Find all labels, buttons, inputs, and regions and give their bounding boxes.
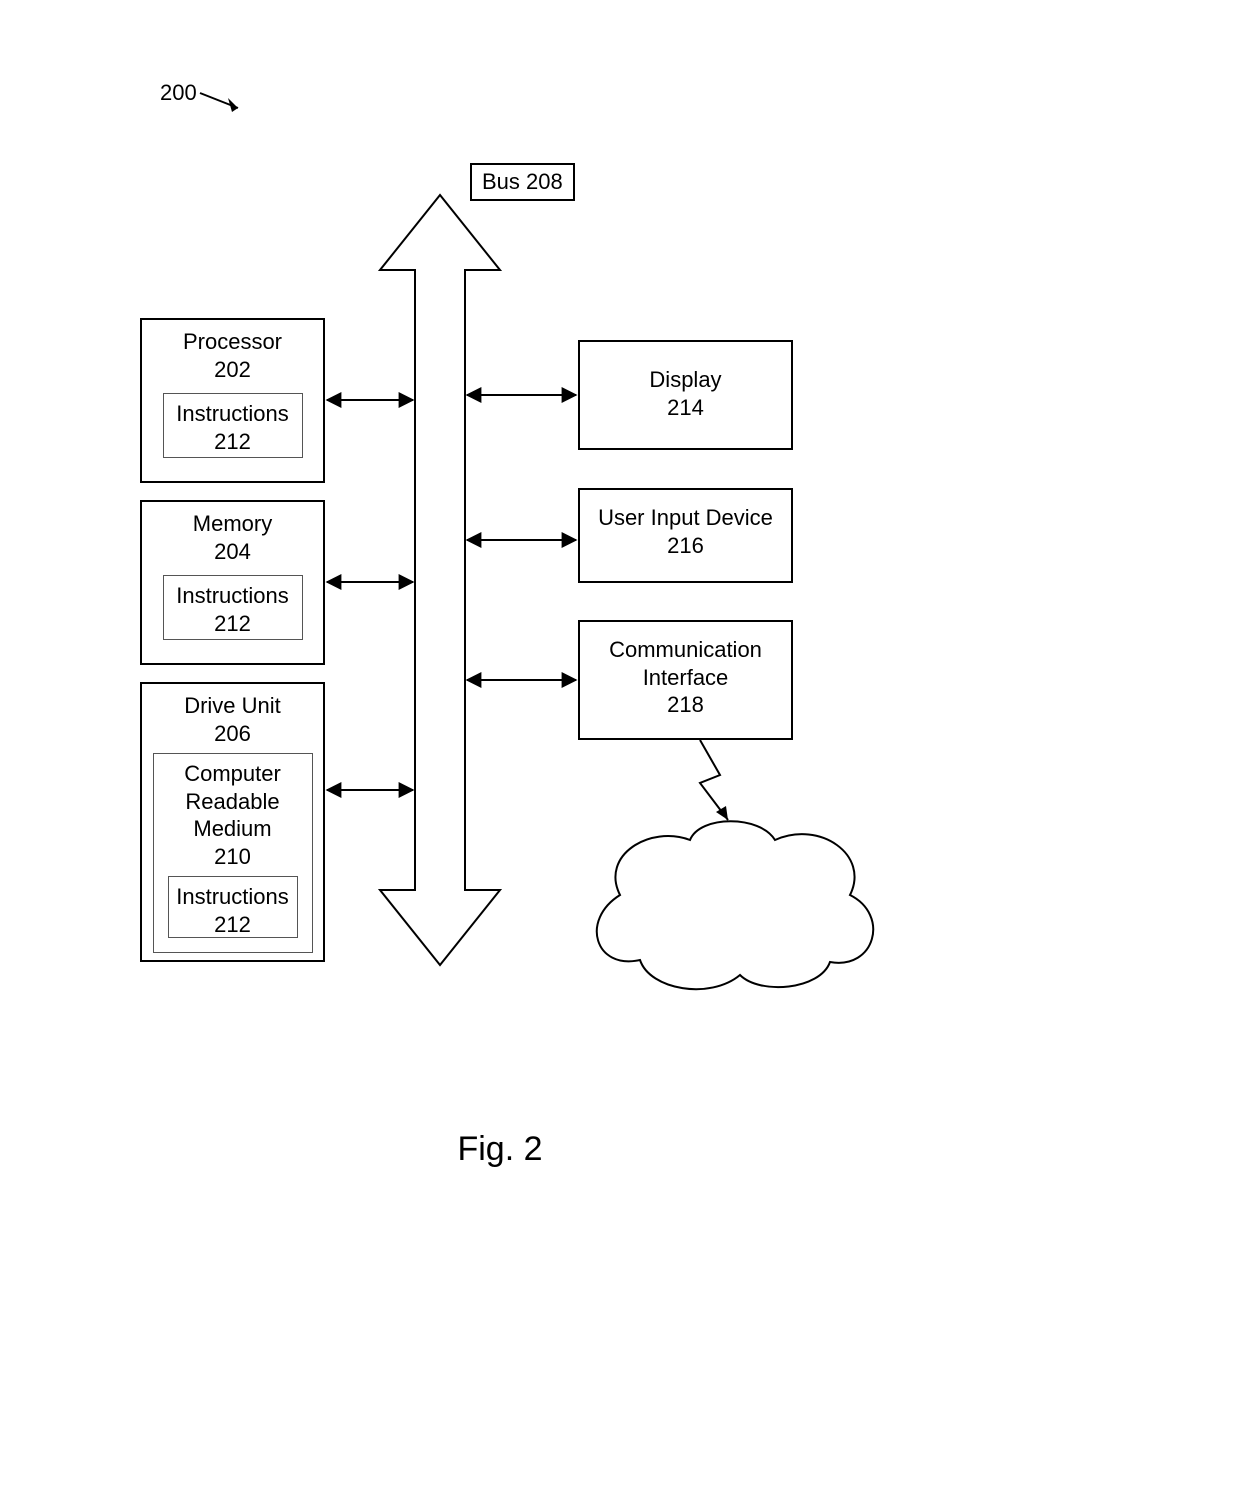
- memory-instructions-num: 212: [168, 610, 298, 638]
- memory-num: 204: [148, 538, 317, 566]
- communication-interface-block: Communication Interface 218: [578, 620, 793, 740]
- crm-l1: Computer: [158, 760, 308, 788]
- processor-block: Processor 202 Instructions 212: [140, 318, 325, 483]
- drive-unit-num: 206: [148, 720, 317, 748]
- memory-title: Memory: [148, 510, 317, 538]
- cloud-l2: network(s): [610, 896, 850, 922]
- bus-label-box: Bus 208: [470, 163, 575, 201]
- display-title: Display: [586, 366, 785, 394]
- drive-unit-block: Drive Unit 206 Computer Readable Medium …: [140, 682, 325, 962]
- user-input-title: User Input Device: [586, 504, 785, 532]
- drive-unit-title: Drive Unit: [148, 692, 317, 720]
- display-num: 214: [586, 394, 785, 422]
- processor-title: Processor: [148, 328, 317, 356]
- crm-num: 210: [158, 843, 308, 871]
- crm-l3: Medium: [158, 815, 308, 843]
- crm-l2: Readable: [158, 788, 308, 816]
- computer-readable-medium-box: Computer Readable Medium 210 Instruction…: [153, 753, 313, 953]
- lightning-icon: [700, 740, 728, 820]
- memory-instructions-title: Instructions: [168, 582, 298, 610]
- user-input-device-block: User Input Device 216: [578, 488, 793, 583]
- cloud-l1: Internet and/or other: [610, 870, 850, 896]
- drive-instructions-box: Instructions 212: [168, 876, 298, 938]
- diagram-canvas: 200 Bus 208 Processor 202 Instructions 2…: [0, 0, 1240, 1485]
- drive-instructions-num: 212: [173, 911, 293, 939]
- ref-arrow-icon: [200, 93, 238, 112]
- memory-instructions-box: Instructions 212: [163, 575, 303, 640]
- display-block: Display 214: [578, 340, 793, 450]
- processor-instructions-title: Instructions: [168, 400, 298, 428]
- comm-l2: Interface: [586, 664, 785, 692]
- figure-ref-number: 200: [160, 80, 197, 106]
- bus-arrow-icon: [380, 195, 500, 965]
- processor-num: 202: [148, 356, 317, 384]
- comm-num: 218: [586, 691, 785, 719]
- drive-instructions-title: Instructions: [173, 883, 293, 911]
- cloud-block-text: Internet and/or other network(s) 220: [610, 870, 850, 948]
- processor-instructions-num: 212: [168, 428, 298, 456]
- memory-block: Memory 204 Instructions 212: [140, 500, 325, 665]
- processor-instructions-box: Instructions 212: [163, 393, 303, 458]
- comm-l1: Communication: [586, 636, 785, 664]
- figure-caption: Fig. 2: [400, 1130, 600, 1169]
- user-input-num: 216: [586, 532, 785, 560]
- cloud-num: 220: [610, 922, 850, 948]
